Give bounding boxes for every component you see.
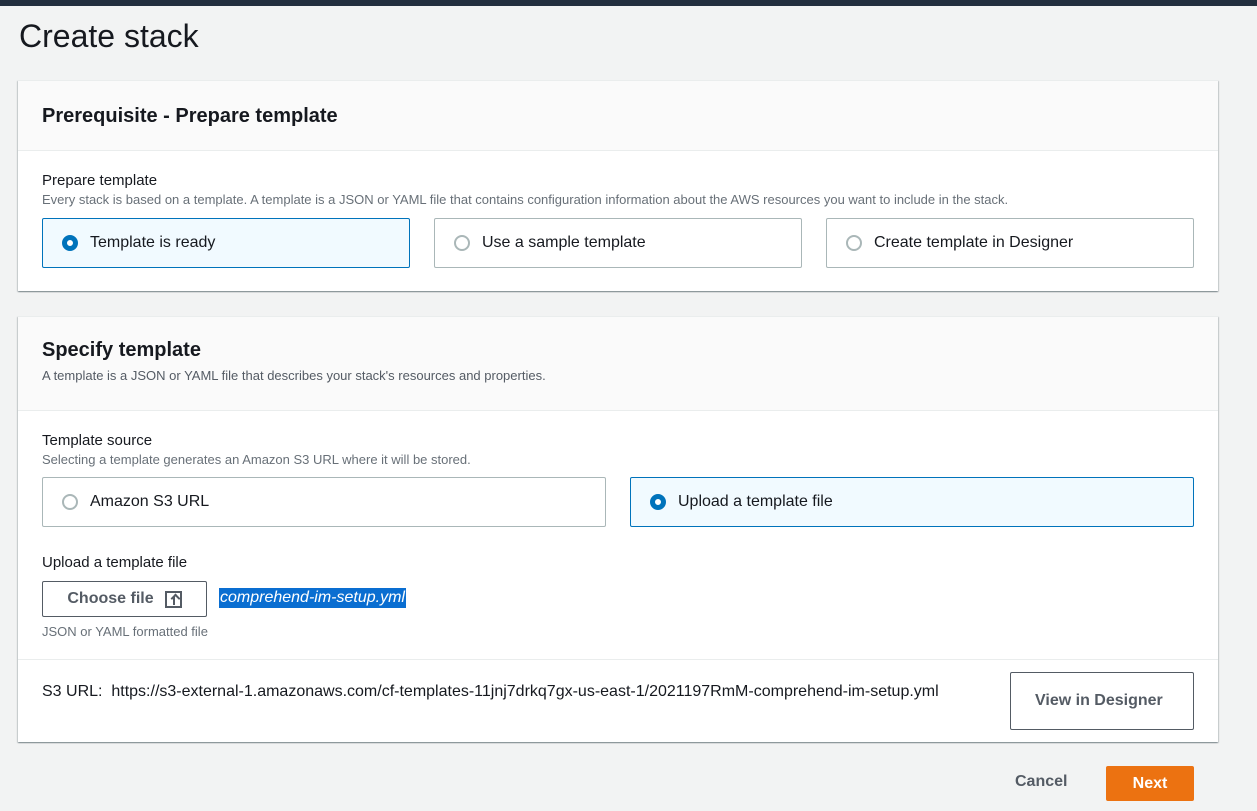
prerequisite-panel: Prerequisite - Prepare template Prepare … xyxy=(18,80,1218,291)
sample-template-radio[interactable] xyxy=(454,235,470,251)
template-source-description: Selecting a template generates an Amazon… xyxy=(42,452,471,467)
next-button[interactable]: Next xyxy=(1106,766,1194,801)
view-in-designer-button[interactable]: View in Designer xyxy=(1010,672,1194,730)
upload-hint: JSON or YAML formatted file xyxy=(42,624,208,639)
next-button-label: Next xyxy=(1132,774,1168,792)
specify-template-title: Specify template xyxy=(42,339,201,361)
upload-template-file-radio[interactable] xyxy=(650,494,666,510)
s3-url-label: S3 URL: xyxy=(42,683,103,700)
amazon-s3-url-radio[interactable] xyxy=(62,494,78,510)
option-sample-template[interactable]: Use a sample template xyxy=(434,218,802,268)
prepare-template-description: Every stack is based on a template. A te… xyxy=(42,192,1009,207)
top-navigation-bar xyxy=(0,0,1257,6)
source-upload-template-file[interactable]: Upload a template file xyxy=(630,477,1194,527)
upload-template-file-label: Upload a template file xyxy=(678,493,833,510)
specify-template-description: A template is a JSON or YAML file that d… xyxy=(42,368,546,383)
prepare-template-label: Prepare template xyxy=(42,172,158,189)
sample-template-label: Use a sample template xyxy=(482,234,646,251)
view-in-designer-label: View in Designer xyxy=(1035,692,1163,709)
option-create-in-designer[interactable]: Create template in Designer xyxy=(826,218,1194,268)
specify-template-panel: Specify template A template is a JSON or… xyxy=(18,316,1218,742)
upload-file-label: Upload a template file xyxy=(42,554,188,571)
selected-file-name: comprehend-im-setup.yml xyxy=(219,588,406,608)
create-in-designer-radio[interactable] xyxy=(846,235,862,251)
prerequisite-panel-header: Prerequisite - Prepare template xyxy=(18,81,1218,151)
template-source-label: Template source xyxy=(42,432,153,449)
cancel-button[interactable]: Cancel xyxy=(1015,773,1067,791)
amazon-s3-url-label: Amazon S3 URL xyxy=(90,493,210,510)
template-ready-label: Template is ready xyxy=(90,234,216,251)
template-ready-radio[interactable] xyxy=(62,235,78,251)
create-in-designer-label: Create template in Designer xyxy=(874,234,1074,251)
upload-icon xyxy=(164,590,182,608)
prerequisite-title: Prerequisite - Prepare template xyxy=(42,105,338,127)
s3-url-text: S3 URL: https://s3-external-1.amazonaws.… xyxy=(42,680,1012,704)
specify-template-panel-header: Specify template A template is a JSON or… xyxy=(18,317,1218,411)
s3-url-row: S3 URL: https://s3-external-1.amazonaws.… xyxy=(18,659,1218,743)
page-title: Create stack xyxy=(19,18,199,54)
source-amazon-s3-url[interactable]: Amazon S3 URL xyxy=(42,477,606,527)
s3-url-value: https://s3-external-1.amazonaws.com/cf-t… xyxy=(111,683,939,700)
choose-file-button[interactable]: Choose file xyxy=(42,581,207,617)
option-template-ready[interactable]: Template is ready xyxy=(42,218,410,268)
choose-file-label: Choose file xyxy=(67,590,154,607)
